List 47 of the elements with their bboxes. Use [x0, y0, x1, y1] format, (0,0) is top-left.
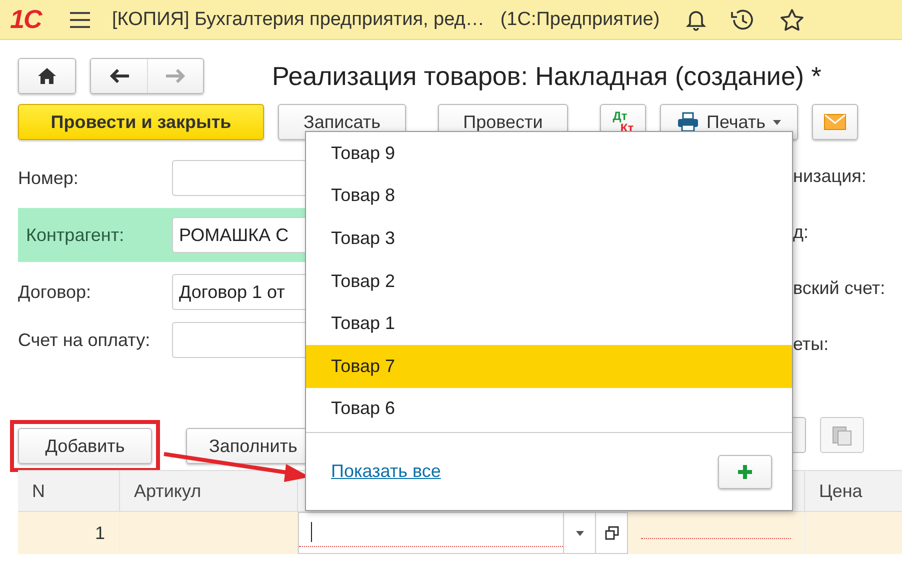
toolbar-button[interactable]	[792, 417, 806, 453]
column-header[interactable]: Цена	[805, 471, 902, 511]
field-label: Контрагент:	[26, 224, 126, 246]
history-icon[interactable]	[730, 8, 754, 30]
back-arrow-icon	[109, 69, 129, 83]
input-field[interactable]	[172, 160, 305, 196]
dropdown-item[interactable]: Товар 1	[306, 302, 792, 345]
field-label: Счет на оплату:	[18, 330, 152, 350]
bell-icon[interactable]	[686, 8, 706, 30]
input-field[interactable]	[172, 322, 305, 358]
clipboard-icon	[832, 424, 852, 446]
show-all-link[interactable]: Показать все	[331, 461, 441, 482]
paste-button[interactable]	[820, 417, 864, 453]
plus-icon	[737, 464, 753, 480]
field-label: еты:	[793, 334, 830, 356]
document-title: Реализация товаров: Накладная (создание) *	[272, 60, 822, 92]
dropdown-item[interactable]: Товар 8	[306, 174, 792, 218]
app-name: (1С:Предприятие)	[500, 8, 660, 30]
forward-arrow-icon	[166, 69, 186, 83]
dropdown-item[interactable]: Товар 9	[306, 132, 792, 175]
field-label: вский счет:	[793, 278, 886, 300]
envelope-icon	[824, 114, 846, 130]
star-icon[interactable]	[780, 8, 804, 30]
input-field[interactable]: РОМАШКА С	[172, 217, 305, 253]
menu-icon[interactable]	[70, 12, 90, 28]
table-cell: 1	[18, 512, 120, 554]
email-button[interactable]	[812, 104, 858, 140]
dropdown-item[interactable]: Товар 3	[306, 217, 792, 260]
field-label: д:	[793, 222, 810, 244]
dropdown-item[interactable]: Товар 2	[306, 260, 792, 302]
input-field[interactable]: Договор 1 от	[172, 274, 305, 310]
field-label: низация:	[793, 166, 868, 188]
open-window-icon	[604, 526, 618, 540]
dropdown-item[interactable]: Товар 6	[306, 388, 792, 430]
post-and-close-button[interactable]: Провести и закрыть	[18, 104, 264, 140]
caret-icon	[773, 120, 782, 124]
caret-icon	[576, 530, 584, 536]
app-logo: 1С	[10, 4, 44, 35]
home-icon	[38, 68, 56, 84]
field-label: Номер:	[18, 168, 80, 188]
dropdown-item[interactable]: Товар 7	[306, 344, 792, 388]
field-label: Договор:	[18, 282, 92, 302]
column-header[interactable]: N	[18, 471, 120, 511]
add-button[interactable]: Добавить	[18, 428, 152, 464]
add-button[interactable]	[718, 454, 772, 488]
product-input-field[interactable]	[298, 512, 628, 554]
window-title: [КОПИЯ] Бухгалтерия предприятия, ред…	[112, 8, 484, 30]
